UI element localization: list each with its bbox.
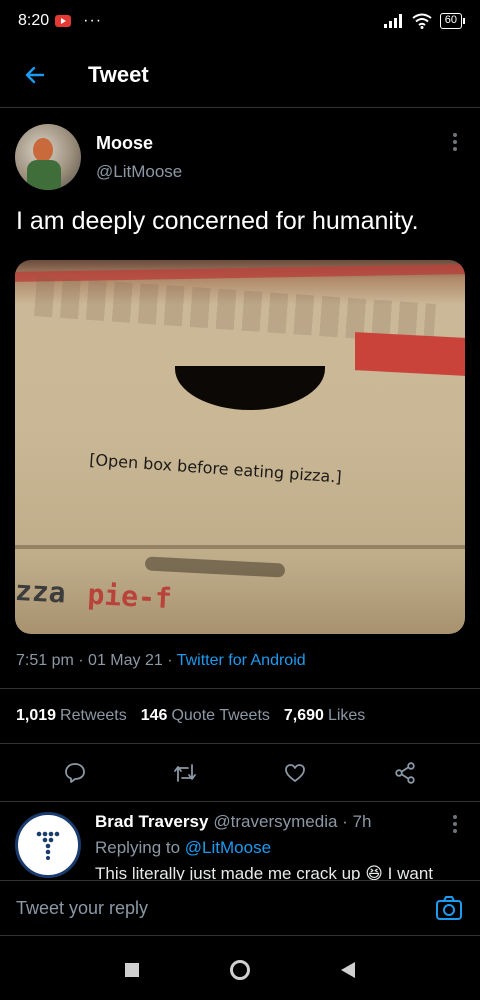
likes-label: Likes (327, 707, 366, 724)
speech-bubble-icon (65, 762, 85, 783)
youtube-notification-icon (55, 15, 72, 27)
photo-caption: [Open box before eating pizza.] (88, 450, 343, 487)
page-title: Tweet (88, 61, 149, 87)
battery-indicator: 60 (439, 13, 466, 29)
tweet-date: 01 May 21 (88, 652, 163, 669)
heart-icon (285, 763, 305, 782)
photo-torn-hole (175, 366, 325, 410)
tweet-stats: 1,019 Retweets 146 Quote Tweets 7,690 Likes (0, 688, 480, 744)
quote-tweets-label: Quote Tweets (171, 707, 270, 724)
reply-composer[interactable]: Tweet your reply (0, 880, 480, 936)
reply-button[interactable] (55, 753, 95, 793)
tweet-meta: 7:51 pm · 01 May 21 · Twitter for Androi… (16, 652, 306, 670)
tweet-photo[interactable]: [Open box before eating pizza.] zza pie-f (15, 260, 465, 634)
photo-red-label (355, 332, 465, 376)
arrow-left-icon (25, 66, 45, 83)
author-avatar[interactable] (15, 124, 81, 190)
retweet-button[interactable] (165, 753, 205, 793)
wifi-icon (412, 13, 432, 29)
share-icon (395, 761, 415, 784)
status-bar: 8:20 ··· 60 (0, 0, 480, 42)
retweets-label: Retweets (60, 707, 127, 724)
tweet-text: I am deeply concerned for humanity. (16, 207, 419, 235)
reply-more-options-button[interactable] (445, 814, 465, 834)
reply-item[interactable]: Brad Traversy @traversymedia · 7h Replyin… (15, 812, 465, 880)
like-button[interactable] (275, 753, 315, 793)
likes-stat[interactable]: 7,690 Likes (284, 707, 365, 725)
reply-text: This literally just made me crack up 😆 I… (95, 864, 433, 880)
more-notifications-indicator: ··· (83, 12, 103, 29)
likes-count: 7,690 (283, 707, 324, 724)
reply-author-avatar[interactable] (15, 812, 81, 878)
camera-icon (436, 896, 462, 920)
retweets-count: 1,019 (16, 707, 57, 724)
retweet-icon (174, 763, 196, 782)
top-app-bar: Tweet (0, 42, 480, 108)
meta-separator: · (78, 652, 84, 669)
tweet-actions (0, 744, 480, 802)
quote-tweets-stat[interactable]: 146 Quote Tweets (141, 707, 270, 725)
traversy-logo-icon (36, 831, 60, 860)
retweets-stat[interactable]: 1,019 Retweets (16, 707, 127, 725)
add-photo-button[interactable] (434, 893, 464, 923)
recent-apps-icon[interactable] (125, 963, 140, 977)
home-icon[interactable] (229, 960, 250, 980)
vertical-dots-icon (453, 815, 457, 833)
quote-tweets-count: 146 (140, 707, 168, 724)
photo-bottom-print: zza pie-f (15, 574, 173, 615)
reply-input[interactable]: Tweet your reply (16, 898, 148, 919)
author-handle[interactable]: @LitMoose (96, 162, 182, 182)
reply-author-handle[interactable]: @traversymedia (213, 812, 337, 831)
signal-icon (383, 14, 402, 28)
photo-box-edge (15, 545, 465, 549)
photo-bottom-print-left: zza (15, 573, 67, 610)
vertical-dots-icon (453, 133, 457, 151)
share-button[interactable] (385, 753, 425, 793)
tweet-time: 7:51 pm (16, 652, 74, 669)
back-button[interactable] (0, 42, 70, 108)
photo-handle-slot (144, 556, 286, 578)
author-name[interactable]: Moose (96, 133, 182, 154)
photo-bottom-print-right: pie-f (86, 577, 173, 616)
back-triangle-icon[interactable] (340, 962, 355, 978)
meta-separator: · (167, 652, 173, 669)
reply-author-name[interactable]: Brad Traversy (95, 812, 208, 831)
replying-to-mention[interactable]: @LitMoose (185, 838, 271, 857)
replying-to-label: Replying to (95, 838, 181, 857)
tweet-source-link[interactable]: Twitter for Android (177, 652, 306, 669)
tweet-author: Moose @LitMoose (15, 122, 465, 192)
status-time: 8:20 (18, 12, 50, 29)
reply-age: · 7h (342, 812, 372, 831)
tweet-more-options-button[interactable] (445, 132, 465, 152)
system-navigation-bar (0, 940, 480, 1000)
